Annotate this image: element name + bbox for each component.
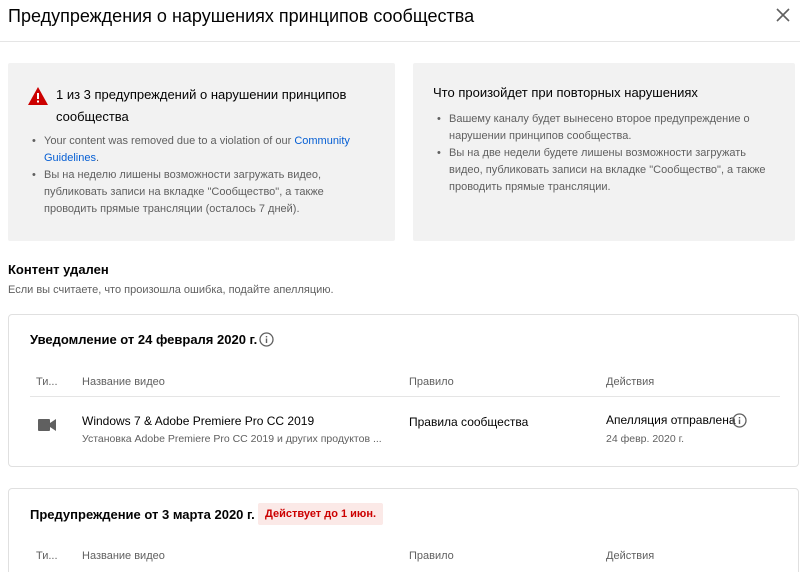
video-title[interactable]: Windows 7 & Adobe Premiere Pro CC 2019 bbox=[82, 414, 314, 428]
info-icon[interactable] bbox=[259, 332, 274, 347]
list-item: Вы на неделю лишены возможности загружат… bbox=[28, 167, 378, 218]
dialog-title: Предупреждения о нарушениях принципов со… bbox=[8, 6, 475, 26]
video-camera-icon bbox=[38, 419, 56, 431]
list-item: Вы на две недели будете лишены возможнос… bbox=[433, 145, 773, 196]
dialog-header: Предупреждения о нарушениях принципов со… bbox=[0, 0, 800, 42]
column-header-rule: Правило bbox=[409, 550, 454, 562]
notice-panel: Уведомление от 24 февраля 2020 г. Ти... … bbox=[8, 314, 799, 467]
column-header-actions: Действия bbox=[606, 550, 655, 562]
repeat-violations-card: Что произойдет при повторных нарушениях … bbox=[413, 63, 795, 241]
content-removed-title: Контент удален bbox=[8, 262, 109, 277]
list-item: Your content was removed due to a violat… bbox=[28, 133, 378, 167]
notice-title: Уведомление от 24 февраля 2020 г. bbox=[30, 332, 258, 347]
table-header: Ти... Название видео Правило Действия bbox=[30, 371, 780, 397]
bullet-text: Your content was removed due to a violat… bbox=[44, 135, 295, 147]
column-header-type: Ти... bbox=[36, 550, 58, 562]
info-icon[interactable] bbox=[732, 413, 747, 428]
repeat-details-list: Вашему каналу будет вынесено второе пред… bbox=[433, 111, 773, 196]
column-header-video: Название видео bbox=[82, 376, 165, 388]
bullet-suffix: . bbox=[95, 152, 100, 164]
strike-summary-card: 1 из 3 предупреждений о нарушении принци… bbox=[8, 63, 395, 241]
list-item: Вашему каналу будет вынесено второе пред… bbox=[433, 111, 773, 145]
column-header-rule: Правило bbox=[409, 376, 454, 388]
strike-details-list: Your content was removed due to a violat… bbox=[28, 133, 378, 218]
repeat-violations-title: Что произойдет при повторных нарушениях bbox=[433, 85, 698, 100]
rule-name: Правила сообщества bbox=[409, 415, 529, 429]
close-icon[interactable] bbox=[774, 6, 792, 24]
warning-panel: Предупреждение от 3 марта 2020 г. Действ… bbox=[8, 488, 799, 572]
content-removed-subtitle: Если вы считаете, что произошла ошибка, … bbox=[8, 284, 334, 296]
column-header-video: Название видео bbox=[82, 550, 165, 562]
video-description: Установка Adobe Premiere Pro CC 2019 и д… bbox=[82, 433, 382, 445]
table-row: Windows 7 & Adobe Premiere Pro CC 2019 У… bbox=[30, 412, 780, 452]
strike-count-title: 1 из 3 предупреждений о нарушении принци… bbox=[56, 87, 347, 124]
warning-title: Предупреждение от 3 марта 2020 г. bbox=[30, 507, 255, 522]
column-header-actions: Действия bbox=[606, 376, 655, 388]
column-header-type: Ти... bbox=[36, 376, 58, 388]
status-badge: Действует до 1 июн. bbox=[258, 503, 384, 525]
table-header: Ти... Название видео Правило Действия bbox=[30, 545, 780, 571]
appeal-date: 24 февр. 2020 г. bbox=[606, 433, 685, 445]
warning-icon bbox=[28, 87, 48, 105]
appeal-status: Апелляция отправлена bbox=[606, 413, 736, 427]
